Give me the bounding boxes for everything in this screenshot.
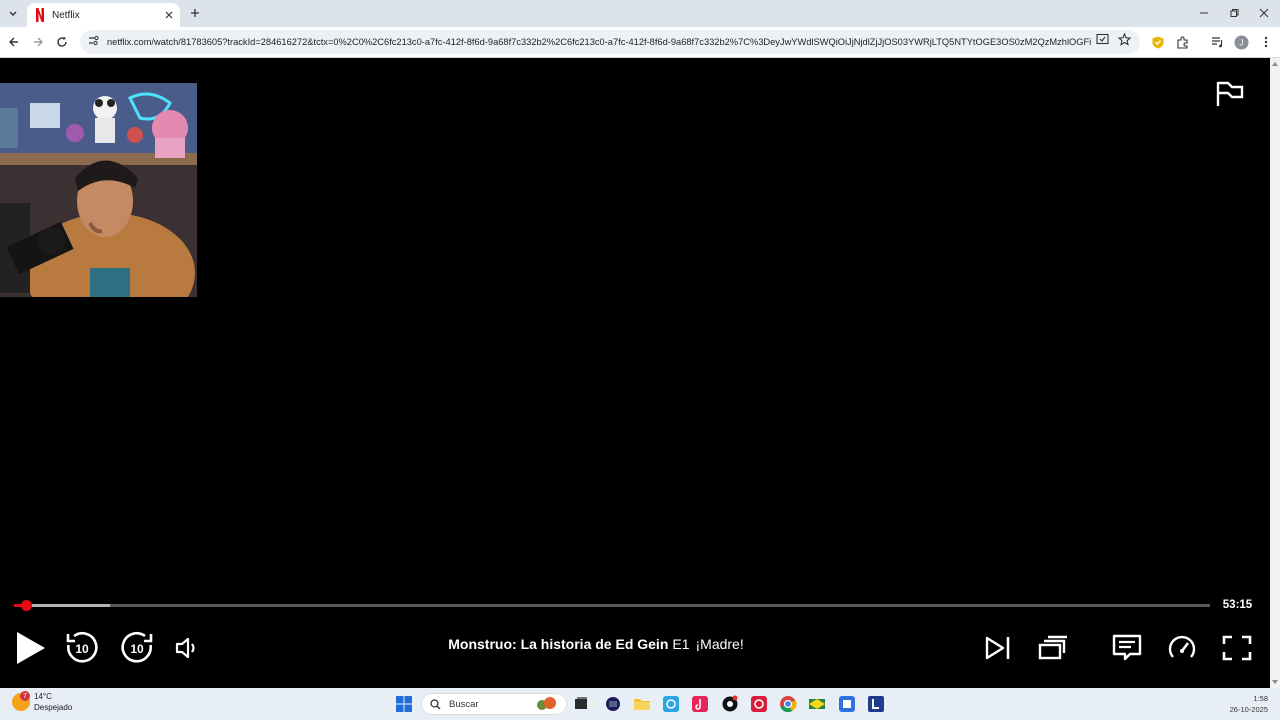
- subtitles-icon: [1112, 634, 1142, 661]
- weather-icon: 7: [12, 691, 30, 711]
- search-label: Buscar: [449, 698, 479, 710]
- time-remaining: 53:15: [1222, 599, 1253, 611]
- taskbar-search[interactable]: Buscar: [421, 693, 567, 715]
- app-icon[interactable]: [838, 695, 856, 713]
- progress-bar[interactable]: [14, 600, 1210, 611]
- rewind-seconds-label: 10: [75, 642, 89, 656]
- play-button[interactable]: [12, 630, 48, 666]
- episode-title: ¡Madre!: [695, 636, 744, 652]
- rewind-10-icon: 10: [66, 631, 98, 663]
- extensions-icon[interactable]: [1174, 34, 1190, 50]
- scroll-down-icon[interactable]: [1272, 679, 1278, 685]
- next-episode-button[interactable]: [980, 630, 1016, 666]
- url-text: netflix.com/watch/81783605?trackId=28461…: [107, 37, 1092, 47]
- forward-icon[interactable]: [30, 34, 46, 50]
- restore-icon[interactable]: [1226, 5, 1242, 21]
- scrubber-handle[interactable]: [20, 600, 32, 611]
- episodes-icon: [1038, 635, 1067, 660]
- app-icon[interactable]: [867, 695, 885, 713]
- browser-tab-netflix[interactable]: Netflix: [27, 3, 180, 27]
- weather-badge: 7: [20, 691, 30, 701]
- bookmark-star-icon[interactable]: [1116, 31, 1132, 47]
- fullscreen-button[interactable]: [1219, 630, 1255, 666]
- playback-speed-icon: [1168, 635, 1196, 658]
- site-info-icon[interactable]: [88, 33, 99, 51]
- shield-extension-icon[interactable]: [1150, 34, 1166, 50]
- windows-start-icon[interactable]: [396, 696, 412, 712]
- scroll-up-icon[interactable]: [1272, 61, 1278, 67]
- weather-widget[interactable]: 7 14°C Despejado: [12, 691, 72, 713]
- show-title: Monstruo: La historia de Ed Gein: [448, 636, 669, 652]
- reload-icon[interactable]: [54, 34, 70, 50]
- browser-toolbar: netflix.com/watch/81783605?trackId=28461…: [0, 27, 1280, 58]
- app-icon[interactable]: [750, 695, 768, 713]
- windows-taskbar: 7 14°C Despejado Buscar 1:58 26-10-2025: [0, 688, 1280, 720]
- file-explorer-icon[interactable]: [633, 695, 651, 713]
- forward-10-button[interactable]: 10: [119, 630, 155, 666]
- task-view-icon[interactable]: [572, 695, 590, 713]
- kebab-menu-icon[interactable]: [1258, 34, 1274, 50]
- svg-text:J: J: [1239, 38, 1243, 47]
- search-highlight-icon: [534, 697, 560, 711]
- browser-tab-strip: Netflix: [0, 0, 1280, 27]
- clock-time: 1:58: [1253, 694, 1268, 703]
- plus-icon[interactable]: [187, 5, 203, 21]
- play-icon: [17, 632, 45, 664]
- episode-title-bar: Monstruo: La historia de Ed Gein E1 ¡Madre…: [380, 636, 812, 652]
- weather-temp: 14°C: [34, 692, 52, 701]
- back-icon[interactable]: [6, 34, 22, 50]
- episodes-button[interactable]: [1035, 630, 1071, 666]
- search-icon: [430, 698, 441, 709]
- fullscreen-icon: [1222, 635, 1252, 661]
- volume-button[interactable]: [169, 630, 205, 666]
- playback-speed-button[interactable]: [1164, 630, 1200, 666]
- app-icon[interactable]: [808, 695, 826, 713]
- weather-desc: Despejado: [34, 703, 73, 712]
- netflix-favicon: [36, 8, 44, 22]
- tab-list-icon[interactable]: [4, 4, 22, 22]
- profile-icon[interactable]: J: [1233, 34, 1249, 50]
- video-player[interactable]: 53:15 10 10 Monstruo: La historia de Ed …: [0, 58, 1270, 688]
- chrome-icon[interactable]: [779, 695, 797, 713]
- subtitles-button[interactable]: [1109, 630, 1145, 666]
- system-clock[interactable]: 1:58 26-10-2025: [1230, 693, 1268, 715]
- clock-date: 26-10-2025: [1229, 705, 1268, 714]
- volume-icon: [175, 637, 195, 659]
- install-app-icon[interactable]: [1094, 31, 1110, 47]
- report-flag-icon[interactable]: [1214, 78, 1246, 110]
- app-icon[interactable]: [604, 695, 622, 713]
- media-control-icon[interactable]: [1209, 34, 1225, 50]
- minimize-icon[interactable]: [1196, 5, 1212, 21]
- forward-seconds-label: 10: [130, 642, 144, 656]
- close-icon[interactable]: [162, 8, 176, 22]
- rewind-10-button[interactable]: 10: [64, 630, 100, 666]
- window-close-icon[interactable]: [1256, 5, 1272, 21]
- forward-10-icon: 10: [121, 631, 153, 663]
- address-bar[interactable]: netflix.com/watch/81783605?trackId=28461…: [80, 30, 1140, 54]
- webcam-overlay: [0, 83, 197, 297]
- tab-title: Netflix: [52, 9, 80, 21]
- app-icon[interactable]: [691, 695, 709, 713]
- app-icon[interactable]: [721, 695, 739, 713]
- next-episode-icon: [985, 636, 1010, 660]
- page-scrollbar[interactable]: [1270, 58, 1280, 688]
- app-icon[interactable]: [662, 695, 680, 713]
- episode-number: E1: [672, 636, 690, 652]
